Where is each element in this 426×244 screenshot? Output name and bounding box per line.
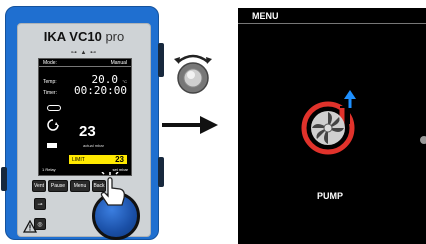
menu-button[interactable]: Menu [70,180,90,192]
device-side-clip-right-bottom [158,157,164,187]
title-divider [238,23,426,24]
device-side-clip-left [1,167,7,191]
hand-pointer-icon [100,172,126,206]
soft-key-row: Vent Pause Menu Back [32,180,106,192]
pressure-caption-row: actual mbar [83,143,127,148]
next-item-indicator [420,136,426,144]
device-front-panel: IKA VC10 pro ⊶ ▲ ⊷ Mode: Manual Temp: 20… [17,23,151,240]
brand-name: IKA VC10 [43,29,102,44]
mode-label: Mode: [43,60,57,66]
rotation-icon [47,119,59,131]
right-arrow-icon [162,116,218,134]
pump-status-icon [47,105,61,111]
limit-label: LIMIT [72,156,85,163]
limit-bar: LIMIT 23 [69,155,127,164]
timer-label: Timer: [43,90,57,96]
timer-value: 00:20:00 [74,84,127,97]
vent-button[interactable]: Vent [32,180,46,192]
pump-label[interactable]: PUMP [308,191,352,201]
menu-screen: MENU PUMP [238,8,426,244]
device-side-clip-right-top [158,43,164,77]
lcd-header: Mode: Manual [39,59,131,67]
rotate-knob-icon [174,54,212,94]
warning-icon [23,220,37,233]
limit-value: 23 [115,155,124,164]
model-suffix: pro [105,29,125,44]
screen-title: MENU [252,11,279,21]
pressure-value: 23 [79,123,96,140]
device-lcd: Mode: Manual Temp: 20.0 °C Timer: 00:20:… [38,58,132,176]
vc10-device: IKA VC10 pro ⊶ ▲ ⊷ Mode: Manual Temp: 20… [1,6,164,240]
key-lock-button[interactable]: ⊸ [34,198,46,210]
pressure-row: 23 [79,123,127,140]
relay-label: 1 Relay [42,167,56,172]
valve-icon [47,143,57,148]
pump-icon[interactable] [300,90,362,156]
status-icon-strip: ⊶ ▲ ⊷ [70,50,98,56]
pressure-caption: actual mbar [83,143,104,148]
pause-button[interactable]: Pause [48,180,68,192]
device-brand: IKA VC10 pro [18,29,150,44]
mode-value: Manual [110,60,127,66]
timer-row: Timer: 00:20:00 [43,84,127,97]
